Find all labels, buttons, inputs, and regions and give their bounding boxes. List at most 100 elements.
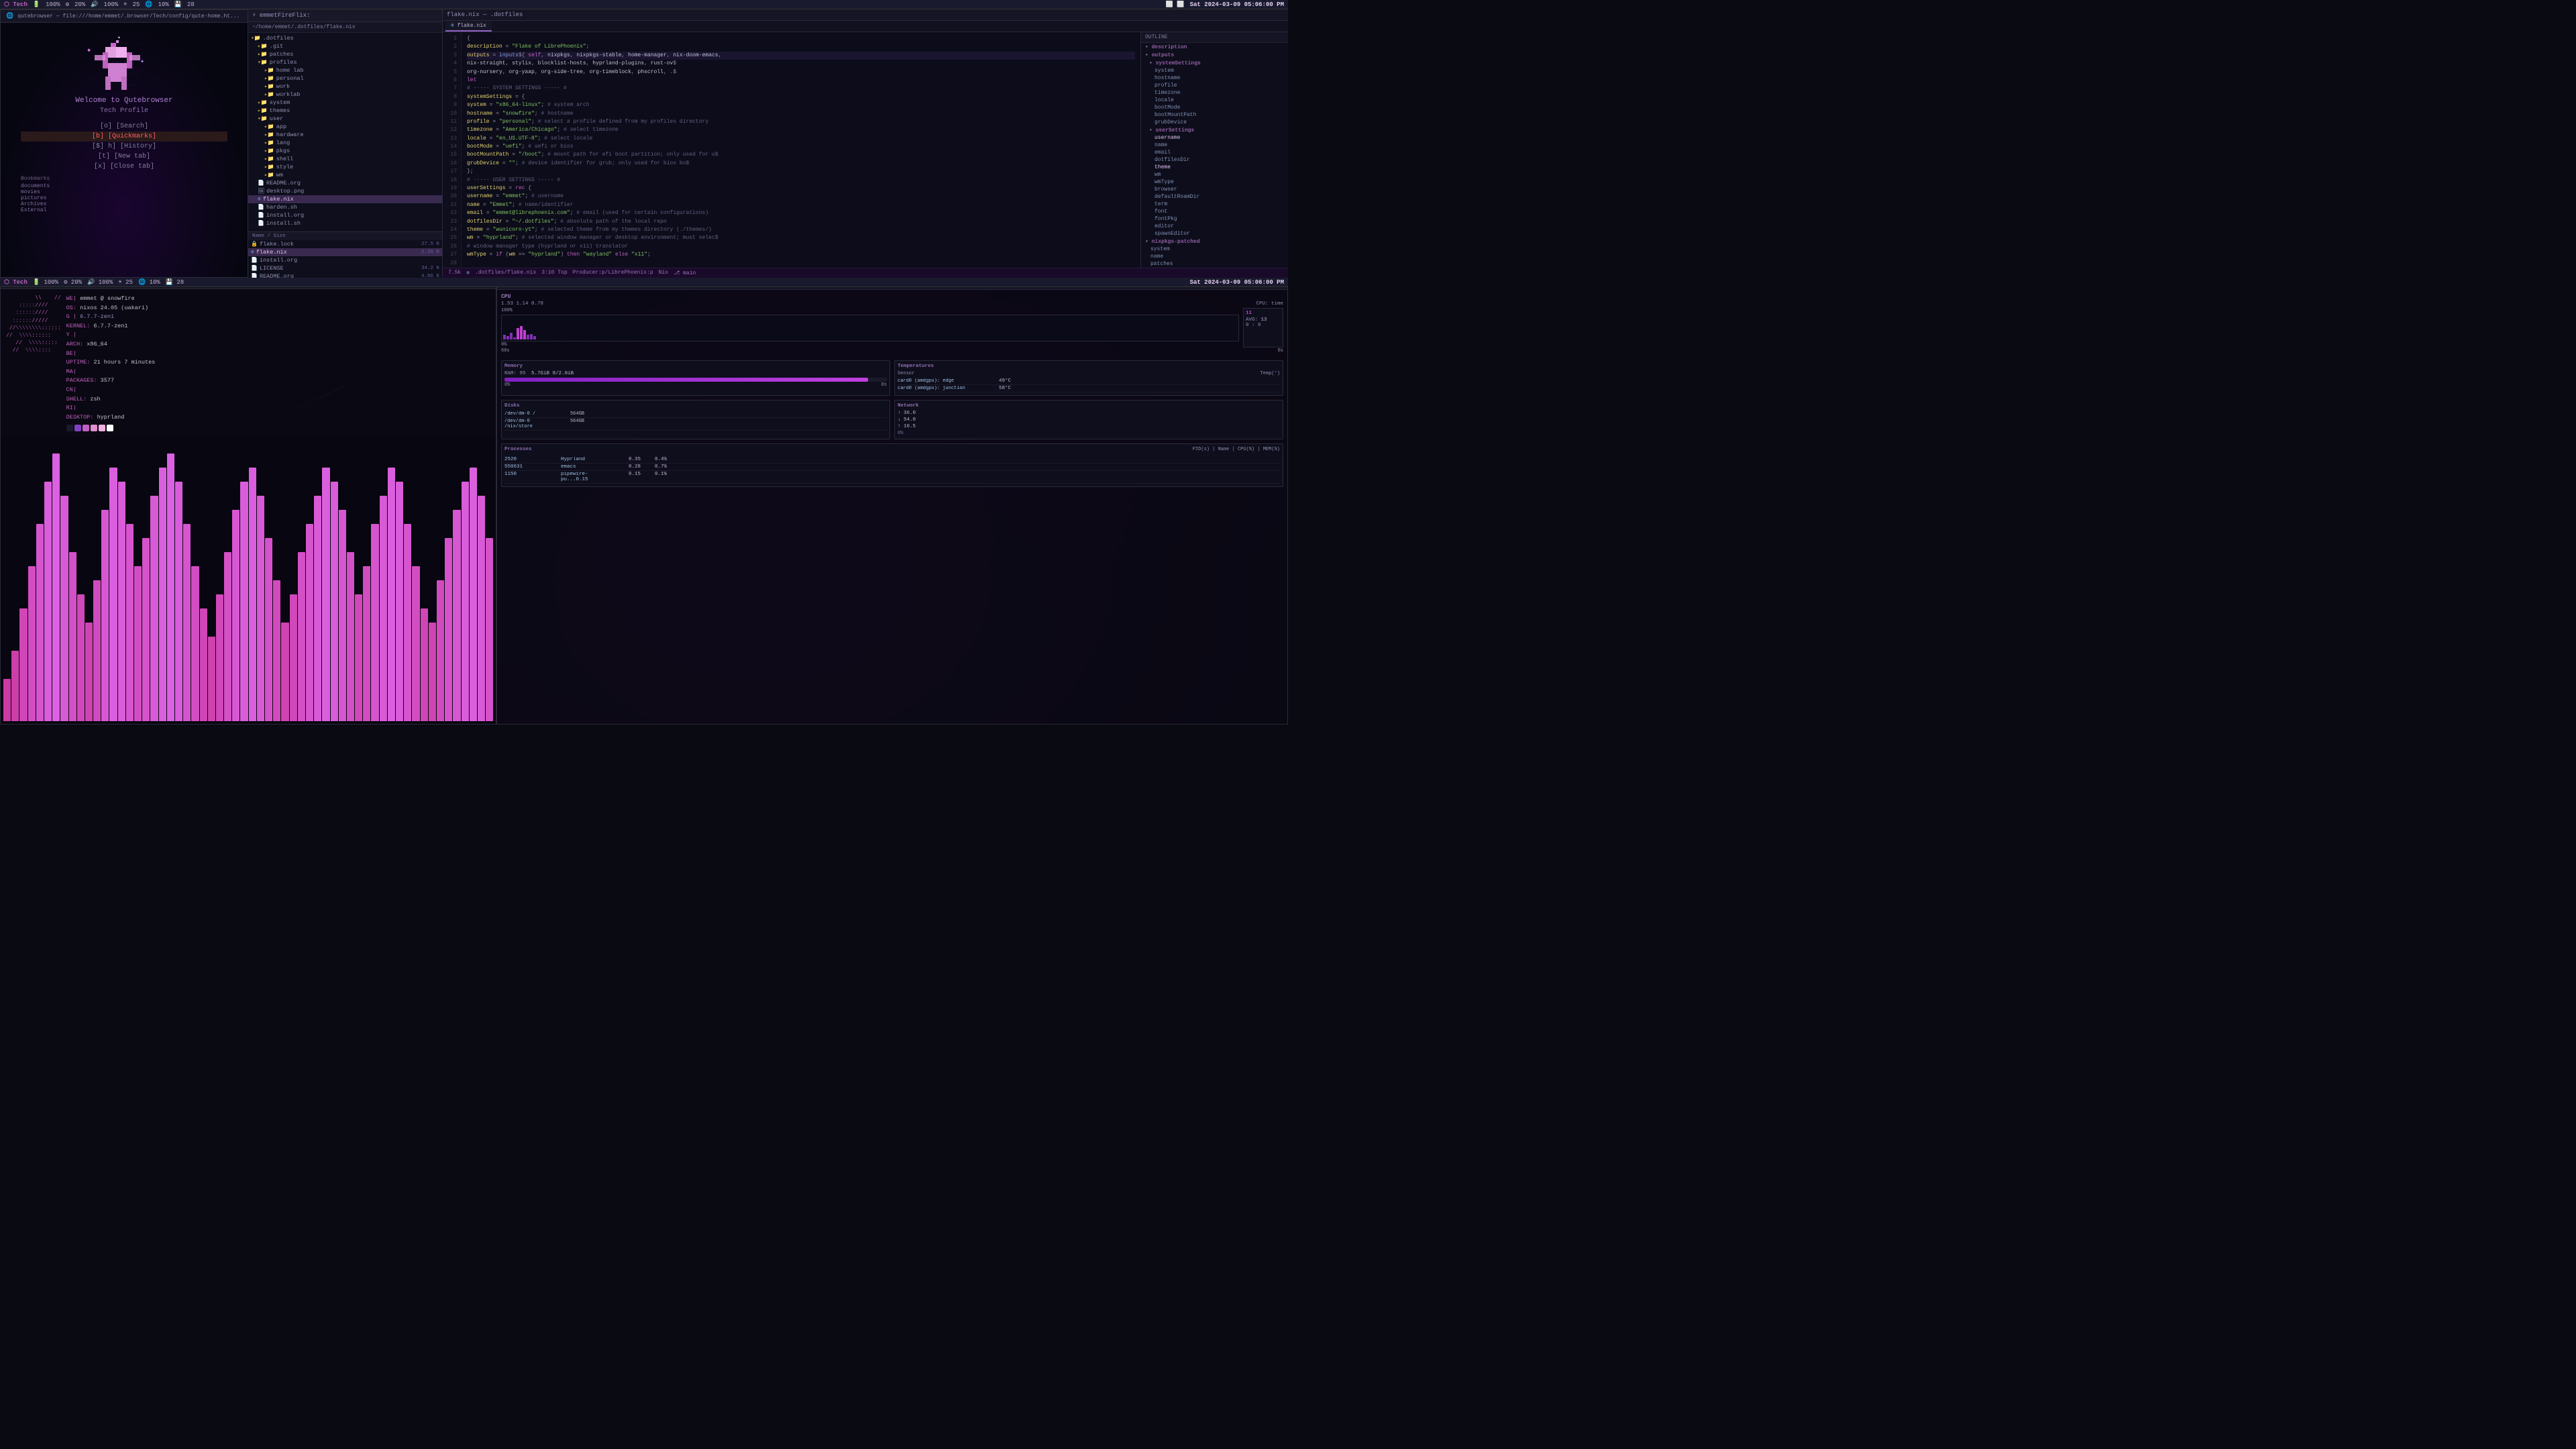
- tree-pkgs[interactable]: ▸📁 pkgs: [248, 147, 442, 155]
- outline-name[interactable]: name: [1141, 142, 1288, 149]
- outline-np-system[interactable]: system: [1141, 246, 1288, 253]
- outline-theme[interactable]: theme: [1141, 164, 1288, 171]
- tree-homelab[interactable]: ▸📁 home lab: [248, 66, 442, 74]
- outline-spawneditor[interactable]: spawnEditor: [1141, 230, 1288, 237]
- tree-lang[interactable]: ▸📁 lang: [248, 139, 442, 147]
- tree-wm[interactable]: ▸📁 wm: [248, 171, 442, 179]
- qb-closetab-item[interactable]: [x] [Close tab]: [21, 162, 227, 172]
- file-flakelock[interactable]: 🔒 flake.lock 27.5 K: [248, 240, 442, 248]
- outline-locale[interactable]: locale: [1141, 97, 1288, 104]
- mem-icon: 💾: [174, 1, 182, 8]
- qb-quickmarks-item[interactable]: [b] [Quickmarks]: [21, 131, 227, 142]
- outline-outputs[interactable]: ▾ outputs: [1141, 51, 1288, 59]
- cpu-title: CPU: [501, 294, 1283, 300]
- proc-cpu-3: 0.15: [617, 472, 641, 482]
- file-installorg[interactable]: 📄 install.org: [248, 256, 442, 264]
- bm-movies[interactable]: movies: [21, 189, 227, 195]
- tree-profiles[interactable]: ▾📁 profiles: [248, 58, 442, 66]
- outline-fontpkg[interactable]: fontPkg: [1141, 215, 1288, 223]
- outline-systemsettings[interactable]: ▾ systemSettings: [1141, 59, 1288, 67]
- tree-themes[interactable]: ▸📁 themes: [248, 107, 442, 115]
- status-filetype: Nix: [659, 270, 668, 276]
- network-icon: 🌐: [145, 1, 152, 8]
- tree-personal[interactable]: ▸📁 personal: [248, 74, 442, 83]
- viz-bar-31: [257, 496, 264, 721]
- qb-newtab-item[interactable]: [t] [New tab]: [21, 152, 227, 162]
- file-flakenix[interactable]: ❄ flake.nix 2.26 K: [248, 248, 442, 256]
- code-area[interactable]: { description = "Flake of LibrePhoenix";…: [462, 32, 1140, 268]
- outline-editor[interactable]: editor: [1141, 223, 1288, 230]
- outline-username[interactable]: username: [1141, 134, 1288, 142]
- tab-flakenix[interactable]: ❄ flake.nix: [445, 21, 492, 32]
- disks-box: Disks /dev/dm-0 / 564GB /dev/dm-0 /nix/s…: [501, 400, 890, 439]
- folder-icon-style: ▸📁: [264, 164, 274, 170]
- file-readmeorg[interactable]: 📄 README.org 4.06 K: [248, 272, 442, 278]
- processes-section: Processes PID(s) | Name | CPU(%) | MEM(%…: [501, 443, 1283, 487]
- outline-dotfilesdir[interactable]: dotfilesDir: [1141, 156, 1288, 164]
- outline-font[interactable]: font: [1141, 208, 1288, 215]
- cpu-icon: ⚙: [66, 1, 69, 8]
- tree-flakenix[interactable]: ❄ flake.nix: [248, 195, 442, 203]
- outline-grubdevice[interactable]: grubDevice: [1141, 119, 1288, 126]
- outline-browser[interactable]: browser: [1141, 186, 1288, 193]
- viz-bar-1: [11, 651, 19, 721]
- editor-area: ⚡ emmetFireFlix: ~/home/emmet/.dotfiles/…: [248, 9, 1288, 278]
- bm-external[interactable]: External: [21, 207, 227, 213]
- outline-email[interactable]: email: [1141, 149, 1288, 156]
- tree-readme[interactable]: 📄 README.org: [248, 179, 442, 187]
- tree-system[interactable]: ▸📁 system: [248, 99, 442, 107]
- cpu-time-label: CPU: time: [1256, 301, 1283, 307]
- tree-hardensh[interactable]: 📄 harden.sh: [248, 203, 442, 211]
- folder-icon-themes: ▸📁: [258, 107, 268, 114]
- mem-fill: [504, 378, 868, 382]
- viz-bar-59: [486, 538, 493, 721]
- tree-patches[interactable]: ▸📁 patches: [248, 50, 442, 58]
- bm-pictures[interactable]: pictures: [21, 195, 227, 201]
- outline-usersettings[interactable]: ▾ userSettings: [1141, 126, 1288, 134]
- outline-np-name[interactable]: name: [1141, 253, 1288, 260]
- tree-shell[interactable]: ▸📁 shell: [248, 155, 442, 163]
- mem-info: RAM: 95 5.7GiB 8/2.0iB: [504, 371, 887, 376]
- tree-desktop[interactable]: 🖼 desktop.png: [248, 187, 442, 195]
- bm-archives[interactable]: Archives: [21, 201, 227, 207]
- outline-timezone[interactable]: timezone: [1141, 89, 1288, 97]
- outline-system[interactable]: system: [1141, 67, 1288, 74]
- outline-defaultroamdir[interactable]: defaultRoamDir: [1141, 193, 1288, 201]
- folder-icon-shell: ▸📁: [264, 156, 274, 162]
- tree-installsh[interactable]: 📄 install.sh: [248, 219, 442, 227]
- outline-term[interactable]: term: [1141, 201, 1288, 208]
- qb-history-item[interactable]: [$] h] [History]: [21, 142, 227, 152]
- tree-hardware[interactable]: ▸📁 hardware: [248, 131, 442, 139]
- statusbar-right: ⬜ ⬜ Sat 2024-03-09 05:06:00 PM: [1166, 1, 1284, 8]
- tree-installorg[interactable]: 📄 install.org: [248, 211, 442, 219]
- outline-wmtype[interactable]: wmType: [1141, 178, 1288, 186]
- outline-wm[interactable]: wm: [1141, 171, 1288, 178]
- outline-hostname[interactable]: hostname: [1141, 74, 1288, 82]
- outline-bootmode[interactable]: bootMode: [1141, 104, 1288, 111]
- outline-description[interactable]: ▾ description: [1141, 43, 1288, 51]
- tree-work[interactable]: ▸📁 work: [248, 83, 442, 91]
- status-file: 7.5k: [448, 270, 461, 276]
- outline-np-patches[interactable]: patches: [1141, 260, 1288, 268]
- file-flakelock-size: 27.5 K: [421, 241, 439, 247]
- qb-search-item[interactable]: [o] [Search]: [21, 121, 227, 131]
- cpu-graphs-area: 100%: [501, 308, 1283, 347]
- cpu-load-vals: 1.53 1.14 0.78 CPU: time: [501, 301, 1283, 307]
- cpu-bar: [506, 336, 509, 339]
- tree-worklab[interactable]: ▸📁 worklab: [248, 91, 442, 99]
- cpu-bar: [503, 335, 506, 339]
- viz-bar-20: [167, 453, 174, 721]
- tree-dotfiles[interactable]: ▾📁 .dotfiles: [248, 34, 442, 42]
- tree-app[interactable]: ▸📁 app: [248, 123, 442, 131]
- file-license[interactable]: 📄 LICENSE 34.2 K: [248, 264, 442, 272]
- net-up: ↑ 36.0: [898, 411, 1280, 416]
- tree-git[interactable]: ▸📁 .git: [248, 42, 442, 50]
- outline-nixpkgspatched[interactable]: ▾ nixpkgs-patched: [1141, 237, 1288, 246]
- tree-style[interactable]: ▸📁 style: [248, 163, 442, 171]
- tree-user[interactable]: ▾📁 user: [248, 115, 442, 123]
- outline-profile[interactable]: profile: [1141, 82, 1288, 89]
- qutebrowser-window: 🌐 qutebrowser — file:///home/emmet/.brow…: [0, 9, 248, 278]
- statusbar2-right: Sat 2024-03-09 05:06:00 PM: [1190, 279, 1284, 286]
- bm-documents[interactable]: documents: [21, 183, 227, 189]
- outline-bootmountpath[interactable]: bootMountPath: [1141, 111, 1288, 119]
